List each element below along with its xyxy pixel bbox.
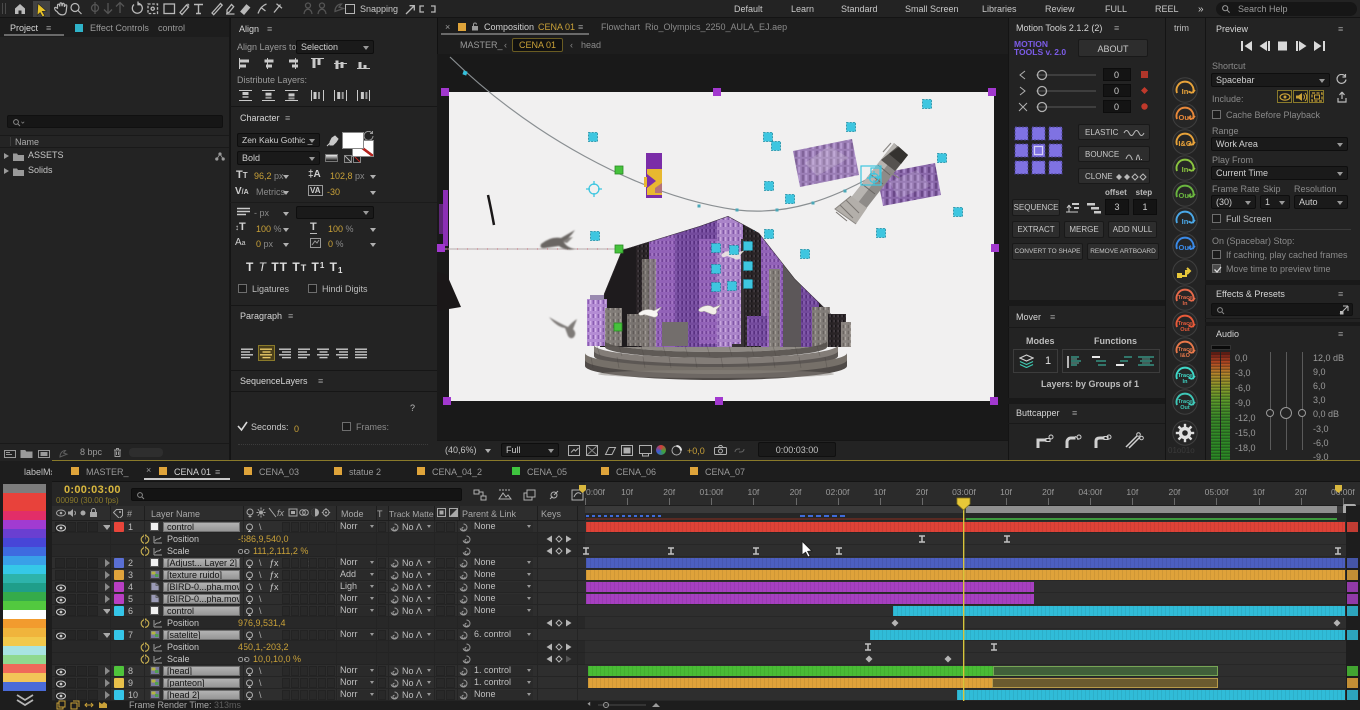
- svg-text:In: In: [1182, 165, 1189, 174]
- svg-text:Out: Out: [1179, 243, 1192, 252]
- svg-text:Out: Out: [1180, 405, 1190, 411]
- svg-text:In: In: [1182, 217, 1189, 226]
- svg-text:In: In: [1183, 379, 1189, 385]
- svg-text:In: In: [1183, 301, 1189, 307]
- svg-text:I&O: I&O: [1180, 353, 1191, 359]
- svg-text:In: In: [1182, 87, 1189, 96]
- svg-text:Out: Out: [1179, 113, 1192, 122]
- svg-text:I&O: I&O: [1178, 139, 1192, 148]
- svg-text:Out: Out: [1179, 191, 1192, 200]
- svg-text:fx: fx: [277, 508, 285, 518]
- svg-text:Out: Out: [1180, 327, 1190, 333]
